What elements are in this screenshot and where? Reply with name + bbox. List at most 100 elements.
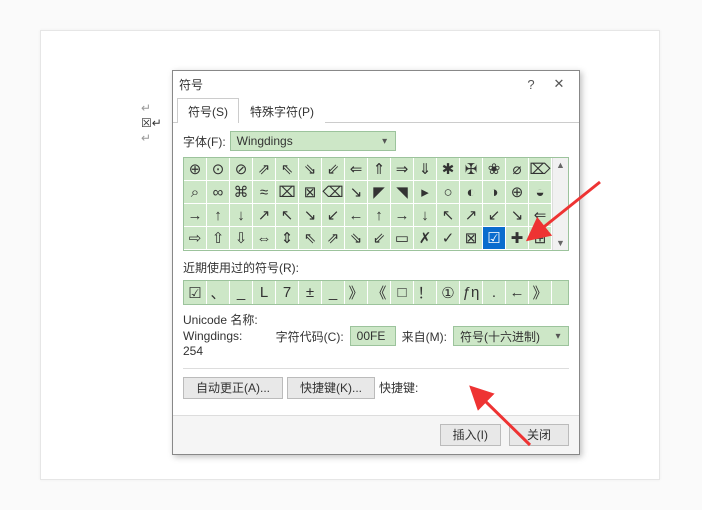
symbol-cell[interactable]: ⇕ — [276, 227, 299, 250]
symbol-cell[interactable]: ◒ — [529, 181, 552, 204]
symbol-cell[interactable]: ↓ — [230, 204, 253, 227]
scroll-up-icon[interactable]: ▲ — [553, 158, 568, 172]
symbol-cell[interactable]: ⇑ — [368, 158, 391, 181]
symbol-cell[interactable]: ∞ — [207, 181, 230, 204]
close-dialog-button[interactable]: 关闭 — [509, 424, 569, 446]
from-value: 符号(十六进制) — [460, 328, 550, 345]
symbol-cell[interactable]: ❀ — [483, 158, 506, 181]
symbol-cell[interactable]: ◥ — [391, 181, 414, 204]
recent-label: 近期使用过的符号(R): — [183, 259, 569, 276]
dialog-footer: 插入(I) 关闭 — [173, 415, 579, 454]
symbol-cell[interactable]: ⇓ — [414, 158, 437, 181]
symbol-cell[interactable]: ☑ — [483, 227, 506, 250]
symbol-cell[interactable]: ⌫ — [322, 181, 345, 204]
symbol-cell[interactable]: ⊘ — [230, 158, 253, 181]
recent-symbol-cell[interactable]: ± — [299, 281, 322, 304]
checkbox-symbol-text: ☒↵ — [141, 116, 162, 130]
close-button[interactable]: ✕ — [545, 76, 573, 92]
symbol-cell[interactable]: ⇨ — [184, 227, 207, 250]
symbol-cell[interactable]: ⇘ — [345, 227, 368, 250]
recent-symbol-cell[interactable]: 《 — [368, 281, 391, 304]
recent-symbol-cell[interactable]: □ — [391, 281, 414, 304]
symbol-cell[interactable]: ← — [345, 204, 368, 227]
recent-symbol-cell[interactable]: _ — [322, 281, 345, 304]
recent-symbol-cell[interactable]: _ — [230, 281, 253, 304]
symbol-cell[interactable]: ⌧ — [276, 181, 299, 204]
symbol-cell[interactable]: ▸ — [414, 181, 437, 204]
recent-symbol-cell[interactable]: . — [483, 281, 506, 304]
symbol-cell[interactable]: ⇘ — [299, 158, 322, 181]
symbol-cell[interactable]: ⇩ — [230, 227, 253, 250]
recent-symbol-cell[interactable]: ☑ — [184, 281, 207, 304]
recent-symbol-cell[interactable]: ƒη — [460, 281, 483, 304]
symbol-cell[interactable]: → — [184, 204, 207, 227]
symbol-cell[interactable]: ⊕ — [506, 181, 529, 204]
symbol-cell[interactable]: ⇒ — [391, 158, 414, 181]
recent-symbol-cell[interactable]: 》 — [529, 281, 552, 304]
symbol-cell[interactable]: ↑ — [368, 204, 391, 227]
symbol-cell[interactable]: ⇗ — [253, 158, 276, 181]
symbol-cell[interactable]: ⊞ — [529, 227, 552, 250]
symbol-cell[interactable]: ⇗ — [322, 227, 345, 250]
symbol-cell[interactable]: ⌦ — [529, 158, 552, 181]
symbol-cell[interactable]: ⇖ — [299, 227, 322, 250]
symbol-cell[interactable]: ⇖ — [276, 158, 299, 181]
symbol-cell[interactable]: ◤ — [368, 181, 391, 204]
symbol-cell[interactable]: ⇙ — [322, 158, 345, 181]
recent-symbol-cell[interactable]: L — [253, 281, 276, 304]
symbol-cell[interactable]: ✓ — [437, 227, 460, 250]
symbol-cell[interactable]: ⊠ — [460, 227, 483, 250]
symbol-cell[interactable]: ⇧ — [207, 227, 230, 250]
recent-symbol-cell[interactable]: 7 — [276, 281, 299, 304]
symbol-cell[interactable]: ⇐ — [345, 158, 368, 181]
symbol-cell[interactable]: ↘ — [506, 204, 529, 227]
symbol-cell[interactable]: ✱ — [437, 158, 460, 181]
autocorrect-button[interactable]: 自动更正(A)... — [183, 377, 283, 399]
from-combo[interactable]: 符号(十六进制) ▾ — [453, 326, 569, 346]
symbol-cell[interactable]: ≈ — [253, 181, 276, 204]
symbol-cell[interactable]: ↖ — [437, 204, 460, 227]
recent-symbol-cell[interactable]: ！ — [414, 281, 437, 304]
symbol-cell[interactable]: ↙ — [483, 204, 506, 227]
symbol-cell[interactable]: ◐ — [460, 181, 483, 204]
symbol-cell[interactable]: ⌀ — [506, 158, 529, 181]
symbol-cell[interactable]: ⊕ — [184, 158, 207, 181]
tab-special-characters[interactable]: 特殊字符(P) — [239, 98, 325, 123]
help-button[interactable]: ? — [517, 77, 545, 92]
tab-symbols[interactable]: 符号(S) — [177, 98, 239, 123]
symbol-cell[interactable]: ✚ — [506, 227, 529, 250]
symbol-cell[interactable]: ↖ — [276, 204, 299, 227]
recent-symbol-cell[interactable]: ← — [506, 281, 529, 304]
symbol-cell[interactable]: ↑ — [207, 204, 230, 227]
symbol-cell[interactable]: ↗ — [253, 204, 276, 227]
symbol-cell[interactable]: ⌕ — [184, 181, 207, 204]
symbol-cell[interactable]: ⊠ — [299, 181, 322, 204]
shortcut-button[interactable]: 快捷键(K)... — [287, 377, 375, 399]
symbol-cell[interactable]: ↙ — [322, 204, 345, 227]
symbol-cell[interactable]: ↘ — [345, 181, 368, 204]
chevron-down-icon: ▾ — [377, 136, 393, 147]
recent-symbol-cell[interactable]: 》 — [345, 281, 368, 304]
symbol-cell[interactable]: ▭ — [391, 227, 414, 250]
insert-button[interactable]: 插入(I) — [440, 424, 501, 446]
symbol-cell[interactable]: ✗ — [414, 227, 437, 250]
symbol-cell[interactable]: ⌘ — [230, 181, 253, 204]
symbol-cell[interactable]: ⊙ — [207, 158, 230, 181]
symbol-cell[interactable]: ○ — [437, 181, 460, 204]
symbol-cell[interactable]: ⇙ — [368, 227, 391, 250]
symbol-cell[interactable]: ↗ — [460, 204, 483, 227]
symbol-cell[interactable]: ◑ — [483, 181, 506, 204]
recent-symbol-cell[interactable]: 、 — [207, 281, 230, 304]
recent-symbol-cell[interactable]: ① — [437, 281, 460, 304]
symbol-cell[interactable]: ⇐ — [529, 204, 552, 227]
symbol-cell[interactable]: ✠ — [460, 158, 483, 181]
char-code-input[interactable]: 00FE — [350, 326, 396, 346]
grid-scrollbar[interactable]: ▲ ▼ — [552, 158, 568, 250]
symbol-cell[interactable]: ↘ — [299, 204, 322, 227]
paragraph-mark: ↵ — [141, 131, 151, 145]
scroll-down-icon[interactable]: ▼ — [553, 236, 568, 250]
symbol-cell[interactable]: → — [391, 204, 414, 227]
symbol-cell[interactable]: ⇔ — [253, 227, 276, 250]
font-combo[interactable]: Wingdings ▾ — [230, 131, 396, 151]
symbol-cell[interactable]: ↓ — [414, 204, 437, 227]
